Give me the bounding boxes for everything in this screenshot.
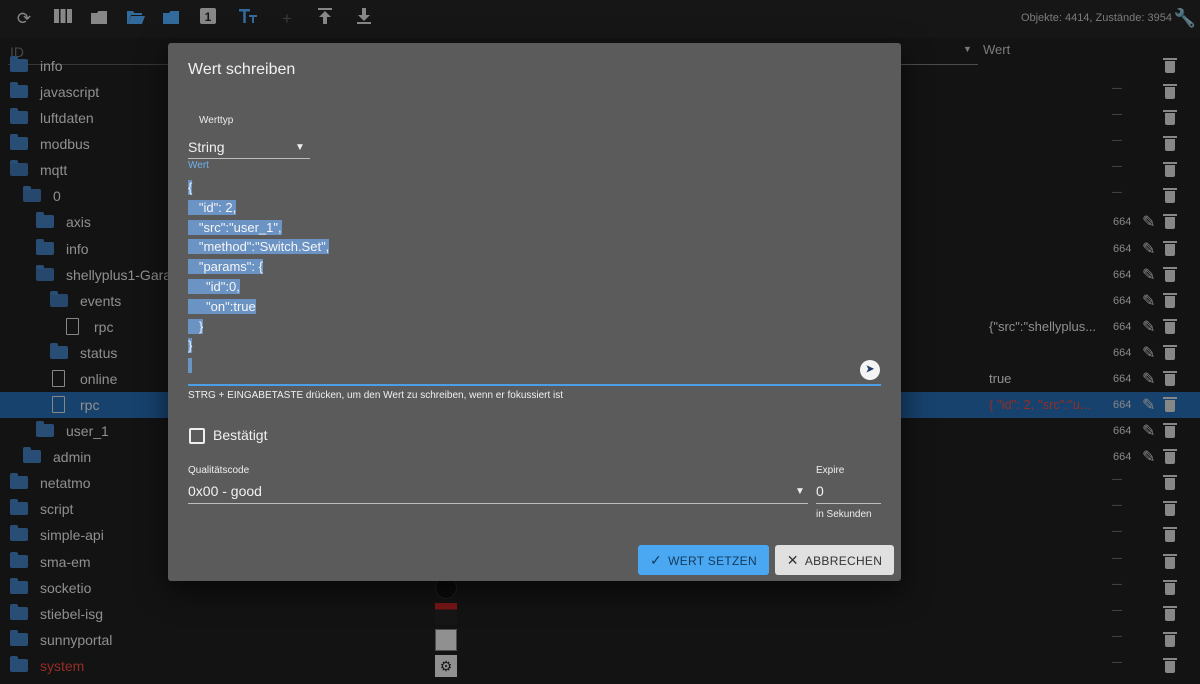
code-line: "method":"Switch.Set", [188, 237, 330, 257]
code-line: "on":true [188, 297, 329, 317]
value-hint: STRG + EINGABETASTE drücken, um den Wert… [188, 390, 564, 401]
code-line-text: "src":"user_1", [188, 219, 282, 235]
expire-label: Expire [816, 465, 845, 476]
code-line-text: "params": { [188, 259, 263, 275]
code-line-text: "method":"Switch.Set", [188, 239, 330, 255]
ack-label: Bestätigt [213, 427, 268, 443]
chevron-down-icon[interactable]: ▼ [295, 142, 305, 153]
code-line-text: "on":true [188, 298, 256, 314]
set-value-button[interactable]: ✓ WERT SETZEN [638, 545, 769, 575]
quality-select-underline [188, 503, 808, 504]
code-line: "id":0, [188, 277, 329, 297]
value-editor-underline [188, 384, 881, 386]
code-line-text: "id": 2, [188, 199, 237, 215]
code-line: "id": 2, [188, 198, 329, 218]
code-line-text: } [188, 338, 193, 354]
write-value-dialog: Wert schreiben Werttyp String ▼ Wert { "… [168, 43, 901, 581]
code-line: } [188, 336, 329, 356]
close-icon: ✕ [786, 552, 799, 568]
code-line: "params": { [188, 257, 329, 277]
quality-label: Qualitätscode [188, 465, 250, 476]
value-editor[interactable]: { "id": 2, "src":"user_1", "method":"Swi… [188, 178, 330, 376]
expire-unit: in Sekunden [816, 509, 872, 520]
code-line [188, 356, 329, 376]
code-line-text: } [188, 318, 204, 334]
code-line-text: "id":0, [188, 278, 240, 294]
code-line: "src":"user_1", [188, 218, 329, 238]
type-label: Werttyp [199, 115, 234, 126]
quality-select[interactable]: 0x00 - good [188, 483, 262, 499]
code-line: } [188, 317, 329, 337]
expire-input-underline [816, 503, 881, 504]
check-icon: ✓ [650, 552, 663, 568]
cancel-button[interactable]: ✕ ABBRECHEN [775, 545, 894, 575]
code-line-text: { [188, 180, 193, 195]
dialog-title: Wert schreiben [188, 61, 296, 78]
value-label: Wert [188, 160, 209, 171]
expire-input[interactable]: 0 [816, 483, 824, 499]
ack-checkbox[interactable] [189, 428, 205, 444]
chevron-down-icon[interactable]: ▼ [795, 486, 805, 497]
code-line: { [188, 178, 329, 198]
code-line-text [188, 358, 192, 374]
type-select[interactable]: String [188, 139, 225, 155]
send-icon[interactable]: ➤ [860, 360, 880, 380]
type-select-underline [188, 158, 310, 159]
